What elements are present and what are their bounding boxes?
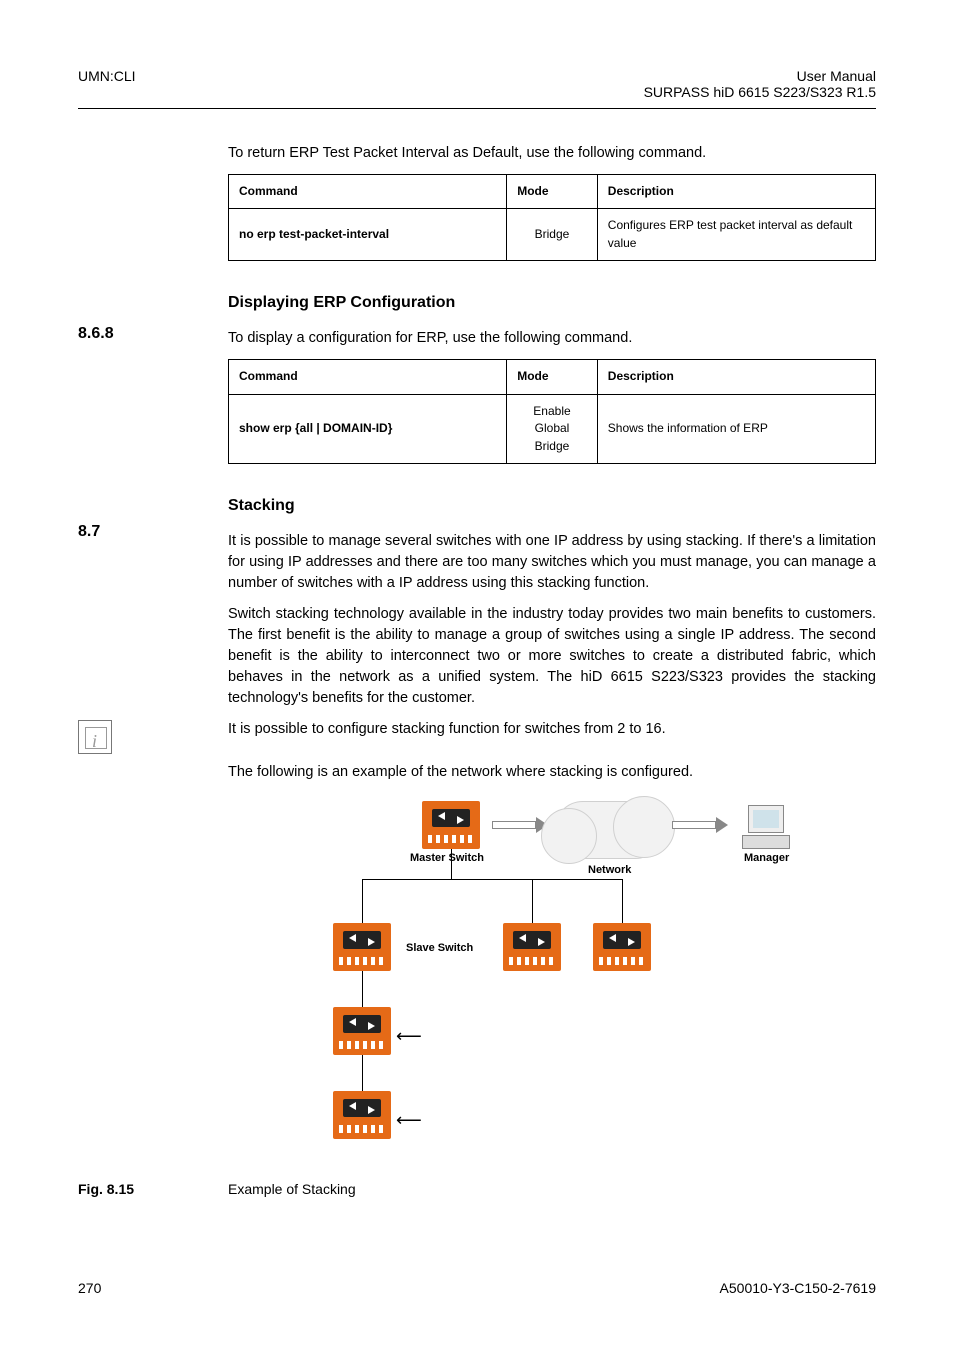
cmd-text: show erp {all | DOMAIN-ID} [239,421,392,435]
section-title-display: Displaying ERP Configuration [228,291,876,314]
doc-id: A50010-Y3-C150-2-7619 [720,1280,876,1296]
link-line [362,1055,363,1091]
manager-pc-icon [742,805,790,849]
th-command: Command [229,175,507,209]
table-default-erp: Command Mode Description no erp test-pac… [228,174,876,261]
ellipsis-icon: ⟵ [396,1023,422,1049]
slave-switch-icon [593,923,651,971]
link-line [532,879,533,923]
figure-caption: Example of Stacking [228,1179,356,1199]
desc-text: Shows the information of ERP [597,394,875,463]
section-number-display: 8.6.8 [78,322,208,345]
header-rule [78,108,876,109]
stacking-p1: It is possible to manage several switche… [228,531,876,594]
master-switch-icon [422,801,480,849]
para-default-intro: To return ERP Test Packet Interval as De… [228,143,876,164]
table-row: no erp test-packet-interval Bridge Confi… [229,209,876,261]
th-mode: Mode [507,175,598,209]
slave-switch-icon [333,1091,391,1139]
desc-text: Configures ERP test packet interval as d… [597,209,875,261]
table-row: show erp {all | DOMAIN-ID} Enable Global… [229,394,876,463]
slave-switch-icon [333,1007,391,1055]
label-master: Master Switch [410,851,484,867]
header-right-1: User Manual [644,68,876,84]
stacking-diagram: Master Switch Network Manager Slave Swit… [292,801,812,1171]
link-line [622,879,623,923]
arrow-icon [492,817,548,833]
cmd-text: no erp test-packet-interval [239,227,389,241]
th-desc: Description [597,175,875,209]
stacking-note: It is possible to configure stacking fun… [228,719,876,740]
section-title-stacking: Stacking [228,494,876,517]
para-display: To display a configuration for ERP, use … [228,328,876,349]
network-cloud-icon [554,801,664,859]
header-left: UMN:CLI [78,68,136,100]
mode-l3: Bridge [517,438,587,455]
th-desc: Description [597,360,875,394]
slave-switch-icon [333,923,391,971]
ellipsis-icon: ⟵ [396,1107,422,1133]
link-line [362,879,622,880]
link-line [362,971,363,1007]
mode-l2: Global [517,420,587,437]
link-line [362,879,363,923]
info-icon [78,720,112,754]
figure-label: Fig. 8.15 [78,1179,228,1199]
label-slave: Slave Switch [406,941,473,957]
page-number: 270 [78,1280,101,1296]
link-line [451,849,452,879]
label-network: Network [588,863,631,879]
mode-l1: Enable [517,403,587,420]
arrow-icon [672,817,728,833]
mode-text: Bridge [507,209,598,261]
stacking-p3: The following is an example of the netwo… [228,762,876,783]
slave-switch-icon [503,923,561,971]
th-mode: Mode [507,360,598,394]
table-show-erp: Command Mode Description show erp {all |… [228,359,876,464]
stacking-p2: Switch stacking technology available in … [228,604,876,709]
section-number-stacking: 8.7 [78,520,208,543]
header-right-2: SURPASS hiD 6615 S223/S323 R1.5 [644,84,876,100]
mode-text: Enable Global Bridge [507,394,598,463]
th-command: Command [229,360,507,394]
label-manager: Manager [744,851,789,867]
